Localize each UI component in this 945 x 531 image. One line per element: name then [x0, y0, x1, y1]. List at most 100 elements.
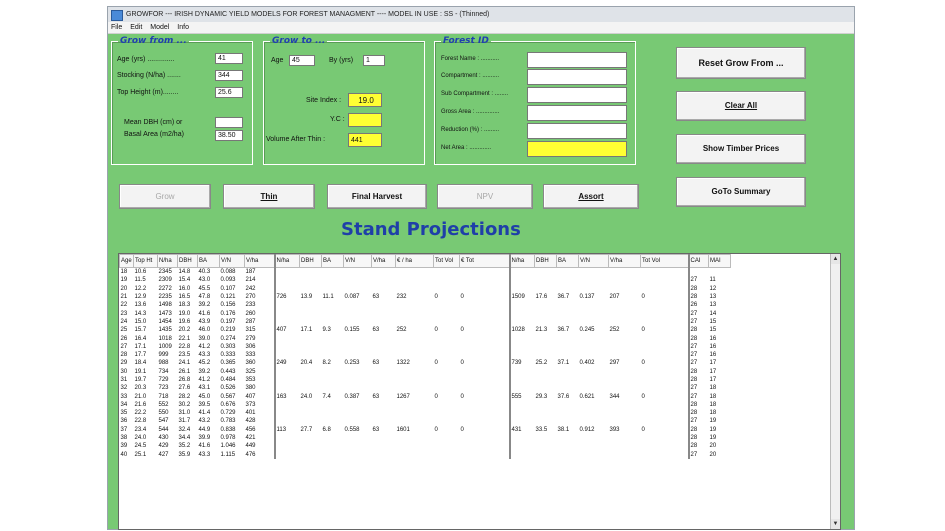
table-cell: 27	[687, 342, 709, 351]
table-cell	[609, 318, 641, 326]
forest-name-input[interactable]	[527, 52, 627, 68]
table-cell	[372, 343, 396, 351]
table-cell: 380	[245, 385, 256, 392]
table-cell	[535, 268, 557, 277]
table-cell	[300, 309, 322, 317]
table-cell: 21.3	[535, 327, 548, 334]
column-header: € Tot	[459, 254, 510, 268]
table-row: 21 12.9 2235 16.5 47.8 0.121 270 726 13.9 11.1 0.0…	[120, 292, 731, 302]
mean-dbh-label: Mean DBH (cm) or	[124, 119, 183, 126]
table-cell: 16	[709, 343, 717, 350]
table-cell: 36.7	[557, 327, 570, 334]
table-cell	[300, 285, 322, 293]
final-harvest-button[interactable]: Final Harvest	[327, 184, 427, 209]
table-cell: 27.7	[300, 426, 313, 433]
table-cell	[557, 268, 579, 277]
table-cell	[460, 276, 510, 284]
mean-dbh-input[interactable]	[215, 117, 243, 128]
grow-from-legend: Grow from ...	[120, 36, 187, 46]
gross-area-input[interactable]	[527, 105, 627, 121]
menu-info[interactable]: Info	[177, 24, 189, 31]
table-cell: 41.4	[198, 410, 211, 417]
table-cell	[641, 301, 689, 309]
table-cell	[535, 434, 557, 442]
table-cell	[372, 318, 396, 326]
table-cell	[396, 301, 434, 309]
table-cell: 0	[460, 426, 464, 433]
table-cell	[460, 343, 510, 351]
table-cell	[396, 351, 434, 359]
table-cell	[322, 343, 344, 351]
table-cell: 242	[245, 285, 256, 292]
table-cell: 15.0	[134, 318, 147, 325]
menu-edit[interactable]: Edit	[130, 24, 142, 31]
table-cell: 34	[120, 401, 128, 408]
menu-file[interactable]: File	[111, 24, 122, 31]
clear-all-button[interactable]: Clear All	[676, 91, 806, 121]
table-cell: 28	[687, 433, 709, 443]
table-cell: 22.8	[178, 343, 191, 350]
table-cell	[300, 376, 322, 384]
table-cell: 28	[687, 292, 709, 302]
table-cell: 550	[158, 410, 169, 417]
table-cell: 27.6	[178, 385, 191, 392]
table-cell	[535, 376, 557, 384]
table-cell: 7.4	[322, 393, 331, 400]
scroll-up-icon[interactable]: ▲	[831, 254, 840, 264]
compartment-input[interactable]	[527, 69, 627, 85]
table-cell: 21	[120, 294, 128, 301]
sub-compartment-input[interactable]	[527, 87, 627, 103]
npv-button[interactable]: NPV	[437, 184, 533, 209]
table-cell	[344, 368, 372, 376]
table-cell	[344, 285, 372, 293]
table-cell: 37.1	[557, 360, 570, 367]
menu-model[interactable]: Model	[150, 24, 169, 31]
table-cell: 23	[120, 310, 128, 317]
top-height-input[interactable]	[215, 87, 243, 98]
age-to-input[interactable]	[289, 55, 315, 66]
table-cell: 25.1	[134, 451, 147, 458]
table-cell	[508, 317, 535, 327]
column-header: V/ha	[371, 254, 396, 268]
column-header: N/ha	[508, 254, 535, 268]
reduction-input[interactable]	[527, 123, 627, 139]
table-cell: 16.0	[178, 285, 191, 292]
show-timber-prices-button[interactable]: Show Timber Prices	[676, 134, 806, 164]
table-cell: 27	[687, 450, 709, 459]
table-cell: 0	[641, 393, 645, 400]
table-cell: 35	[120, 410, 128, 417]
scroll-down-icon[interactable]: ▼	[831, 519, 840, 529]
table-scrollbar[interactable]: ▲ ▼	[830, 254, 840, 529]
grow-button[interactable]: Grow	[119, 184, 211, 209]
table-cell	[641, 401, 689, 409]
table-cell: 20.2	[178, 327, 191, 334]
reset-grow-from-button[interactable]: Reset Grow From ...	[676, 47, 806, 79]
table-cell: 20.4	[300, 360, 313, 367]
age-from-input[interactable]	[215, 53, 243, 64]
basal-area-input[interactable]	[215, 130, 243, 141]
table-cell: 27	[687, 350, 709, 360]
table-cell: 9.3	[322, 327, 331, 334]
assort-button[interactable]: Assort	[543, 184, 639, 209]
table-cell	[641, 276, 689, 284]
table-cell: 14.8	[178, 269, 191, 276]
goto-summary-button[interactable]: GoTo Summary	[676, 177, 806, 207]
table-cell: 63	[372, 327, 380, 334]
thin-button[interactable]: Thin	[223, 184, 315, 209]
stocking-input[interactable]	[215, 70, 243, 81]
table-cell: 547	[158, 418, 169, 425]
table-cell: 18	[709, 410, 717, 417]
table-cell	[273, 342, 300, 351]
table-cell	[641, 442, 689, 450]
table-cell: 999	[158, 352, 169, 359]
by-years-input[interactable]	[363, 55, 385, 66]
table-cell: 1.115	[220, 451, 236, 458]
table-cell	[273, 442, 300, 451]
table-cell	[535, 409, 557, 417]
table-cell: 325	[245, 368, 256, 375]
table-cell: 407	[273, 326, 300, 335]
table-cell: 0	[641, 294, 645, 301]
table-cell	[579, 343, 609, 351]
grow-to-legend: Grow to ...	[272, 36, 326, 46]
table-cell	[508, 267, 535, 277]
